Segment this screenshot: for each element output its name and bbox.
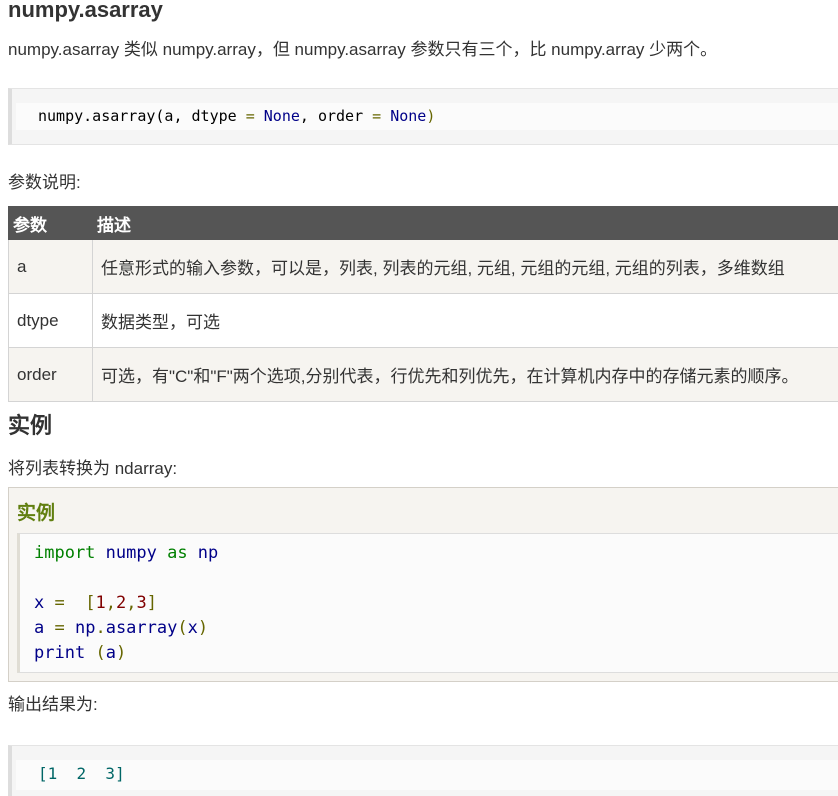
table-cell-desc: 任意形式的输入参数，可以是，列表, 列表的元组, 元组, 元组的元组, 元组的列… <box>92 239 838 294</box>
code-line-3: x = [1,2,3] <box>34 591 157 615</box>
sig-none2: None <box>390 107 427 125</box>
code-fn-print: print <box>34 643 86 663</box>
page-heading: numpy.asarray <box>8 0 163 22</box>
code-num-1: 1 <box>95 593 106 613</box>
example-code-block[interactable]: import numpy as np x = [1,2,3] a = np.as… <box>17 533 838 673</box>
code-line-1: import numpy as np <box>34 541 218 565</box>
table-cell-param: dtype <box>8 293 93 348</box>
sig-eq1: = <box>245 107 255 125</box>
table-cell-param: order <box>8 347 93 402</box>
code-eq: = <box>54 618 65 638</box>
table-cell-param: a <box>8 239 93 294</box>
code-keyword-import: import <box>34 543 96 563</box>
output-line: [1 2 3] <box>38 764 125 783</box>
table-row: order 可选，有"C"和"F"两个选项,分别代表，行优先和列优先，在计算机内… <box>8 347 838 402</box>
code-line-4: a = np.asarray(x) <box>34 616 208 640</box>
signature-code-block: numpy.asarray(a, dtype = None, order = N… <box>8 88 838 145</box>
code-eq: = <box>54 593 65 613</box>
table-cell-desc: 可选，有"C"和"F"两个选项,分别代表，行优先和列优先，在计算机内存中的存储元… <box>92 347 838 402</box>
code-line-5: print (a) <box>34 641 126 665</box>
example-description: 将列表转换为 ndarray: <box>8 459 178 478</box>
code-dot: . <box>95 618 106 638</box>
code-comma: , <box>105 593 116 613</box>
sig-eq2: = <box>372 107 382 125</box>
table-header-row: 参数 描述 <box>8 206 838 240</box>
table-header-param: 参数 <box>8 206 93 240</box>
code-rbracket: ] <box>146 593 157 613</box>
code-var-a: a <box>34 618 55 638</box>
signature-line: numpy.asarray(a, dtype = None, order = N… <box>38 107 435 125</box>
sig-fn: numpy.asarray(a, dtype <box>38 107 246 125</box>
code-arg-x: x <box>187 618 198 638</box>
example-box: 实例 import numpy as np x = [1,2,3] a = np… <box>8 487 838 682</box>
code-fn-asarray: asarray <box>105 618 178 638</box>
page: numpy.asarray numpy.asarray 类似 numpy.arr… <box>0 0 838 796</box>
code-module-name: numpy <box>95 543 168 563</box>
params-label: 参数说明: <box>8 173 81 192</box>
code-var-x: x <box>34 593 55 613</box>
sig-mid: , order <box>299 107 373 125</box>
output-text: [1 2 3] <box>38 764 125 783</box>
table-cell-desc: 数据类型，可选 <box>92 293 838 348</box>
intro-text: numpy.asarray 类似 numpy.array，但 numpy.asa… <box>8 40 718 59</box>
code-np: np <box>64 618 96 638</box>
output-code-block[interactable]: [1 2 3] <box>8 745 838 796</box>
example-heading: 实例 <box>8 413 53 438</box>
example-box-title: 实例 <box>17 503 56 524</box>
code-arg-a: a <box>105 643 116 663</box>
code-num-3: 3 <box>136 593 147 613</box>
code-lbracket: [ <box>85 593 96 613</box>
table-header-desc: 描述 <box>92 206 838 240</box>
sig-none1: None <box>263 107 300 125</box>
output-label: 输出结果为: <box>8 695 98 714</box>
code-rparen: ) <box>197 618 209 638</box>
code-rparen: ) <box>115 643 127 663</box>
code-lparen: ( <box>177 618 188 638</box>
code-num-2: 2 <box>115 593 127 613</box>
code-comma: , <box>126 593 137 613</box>
table-row: dtype 数据类型，可选 <box>8 293 838 348</box>
code-alias: np <box>187 543 219 563</box>
code-lparen: ( <box>95 643 106 663</box>
table-row: a 任意形式的输入参数，可以是，列表, 列表的元组, 元组, 元组的元组, 元组… <box>8 239 838 294</box>
sig-close: ) <box>426 107 436 125</box>
params-table: 参数 描述 a 任意形式的输入参数，可以是，列表, 列表的元组, 元组, 元组的… <box>8 206 838 402</box>
code-keyword-as: as <box>167 543 188 563</box>
